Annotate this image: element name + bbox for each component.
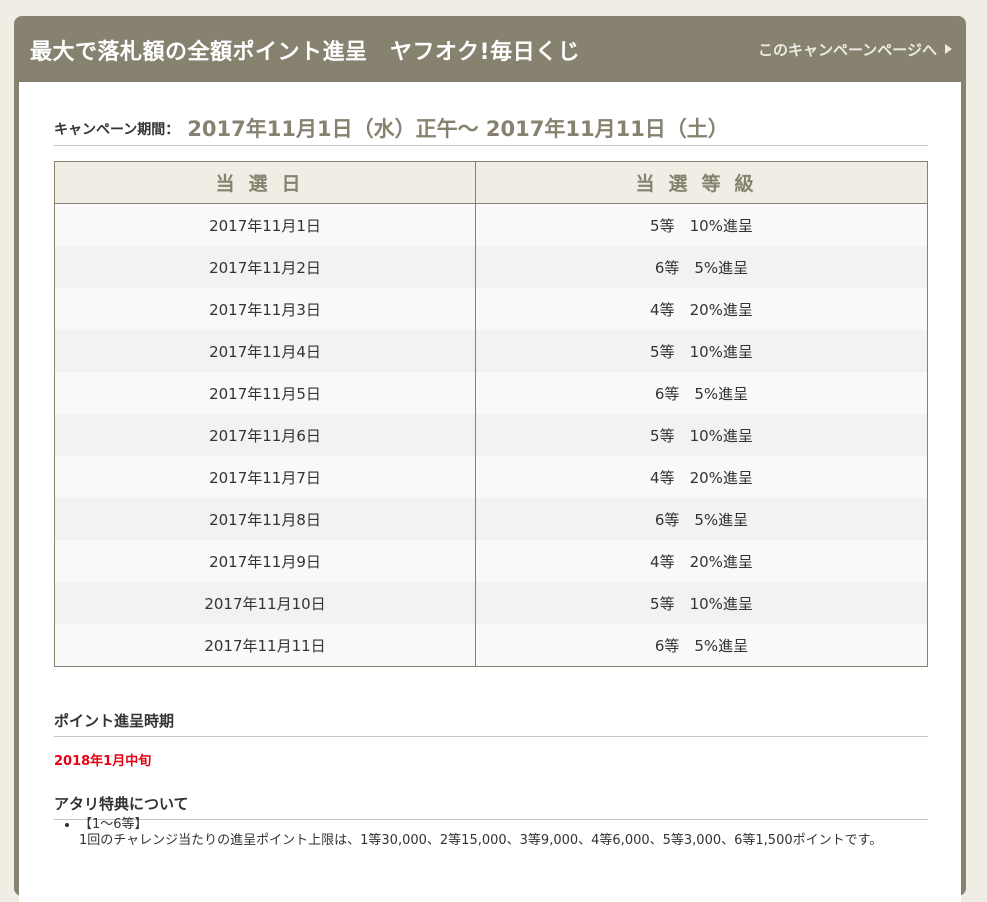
list-item: 【1～6等】 1回のチャレンジ当たりの進呈ポイント上限は、1等30,000、2等… <box>79 817 939 849</box>
campaign-content: キャンペーン期間： 2017年11月1日（水）正午～ 2017年11月11日（土）… <box>19 82 961 902</box>
table-row: 2017年11月7日 4等 20%進呈 <box>54 456 928 498</box>
prize-grade: 5等 10%進呈 <box>475 414 928 456</box>
table-row: 2017年11月4日 5等 10%進呈 <box>54 330 928 372</box>
table-row: 2017年11月8日 6等 5%進呈 <box>54 498 928 540</box>
campaign-page-link[interactable]: このキャンペーンページへ <box>758 39 952 60</box>
triangle-right-icon <box>945 44 952 54</box>
table-row: 2017年11月10日 5等 10%進呈 <box>54 582 928 624</box>
table-row: 2017年11月6日 5等 10%進呈 <box>54 414 928 456</box>
draw-date: 2017年11月9日 <box>54 540 476 582</box>
draw-date: 2017年11月7日 <box>54 456 476 498</box>
draw-date: 2017年11月5日 <box>54 372 476 414</box>
table-header-row: 当選日 当選等級 <box>54 161 928 204</box>
draw-date: 2017年11月8日 <box>54 498 476 540</box>
draw-results-table: 当選日 当選等級 2017年11月1日 5等 10%進呈 2017年11月2日 … <box>54 161 928 667</box>
table-row: 2017年11月5日 6等 5%進呈 <box>54 372 928 414</box>
prize-grade: 4等 20%進呈 <box>475 456 928 498</box>
draw-date: 2017年11月4日 <box>54 330 476 372</box>
campaign-period-label: キャンペーン期間： <box>54 122 180 138</box>
table-row: 2017年11月2日 6等 5%進呈 <box>54 246 928 288</box>
prize-grade: 6等 5%進呈 <box>475 372 928 414</box>
header-draw-date: 当選日 <box>54 161 476 204</box>
prize-grade: 6等 5%進呈 <box>475 246 928 288</box>
point-timing-value: 2018年1月中旬 <box>54 754 152 769</box>
prize-grade: 4等 20%進呈 <box>475 540 928 582</box>
campaign-period: キャンペーン期間： 2017年11月1日（水）正午～ 2017年11月11日（土） <box>54 113 928 146</box>
table-row: 2017年11月9日 4等 20%進呈 <box>54 540 928 582</box>
draw-date: 2017年11月2日 <box>54 246 476 288</box>
draw-date: 2017年11月10日 <box>54 582 476 624</box>
draw-date: 2017年11月11日 <box>54 624 476 667</box>
header-prize-grade: 当選等級 <box>475 161 928 204</box>
benefit-text: 1回のチャレンジ当たりの進呈ポイント上限は、1等30,000、2等15,000、… <box>79 833 883 848</box>
campaign-header: 最大で落札額の全額ポイント進呈 ヤフオク!毎日くじ このキャンペーンページへ <box>14 16 966 82</box>
table-row: 2017年11月3日 4等 20%進呈 <box>54 288 928 330</box>
benefits-heading: アタリ特典について <box>54 793 928 820</box>
prize-grade: 6等 5%進呈 <box>475 624 928 667</box>
prize-grade: 5等 10%進呈 <box>475 203 928 246</box>
benefits-list: 【1～6等】 1回のチャレンジ当たりの進呈ポイント上限は、1等30,000、2等… <box>54 817 939 849</box>
campaign-title: 最大で落札額の全額ポイント進呈 ヤフオク!毎日くじ <box>30 40 581 65</box>
draw-date: 2017年11月3日 <box>54 288 476 330</box>
prize-grade: 5等 10%進呈 <box>475 582 928 624</box>
campaign-period-value: 2017年11月1日（水）正午～ 2017年11月11日（土） <box>187 117 729 141</box>
table-row: 2017年11月11日 6等 5%進呈 <box>54 624 928 667</box>
prize-grade: 6等 5%進呈 <box>475 498 928 540</box>
point-timing-heading: ポイント進呈時期 <box>54 710 928 737</box>
draw-date: 2017年11月1日 <box>54 203 476 246</box>
benefit-title: 【1～6等】 <box>79 817 148 832</box>
prize-grade: 5等 10%進呈 <box>475 330 928 372</box>
prize-grade: 4等 20%進呈 <box>475 288 928 330</box>
campaign-frame: 最大で落札額の全額ポイント進呈 ヤフオク!毎日くじ このキャンペーンページへ キ… <box>14 16 966 902</box>
campaign-page-link-label[interactable]: このキャンペーンページへ <box>758 41 937 59</box>
draw-date: 2017年11月6日 <box>54 414 476 456</box>
table-row: 2017年11月1日 5等 10%進呈 <box>54 203 928 246</box>
